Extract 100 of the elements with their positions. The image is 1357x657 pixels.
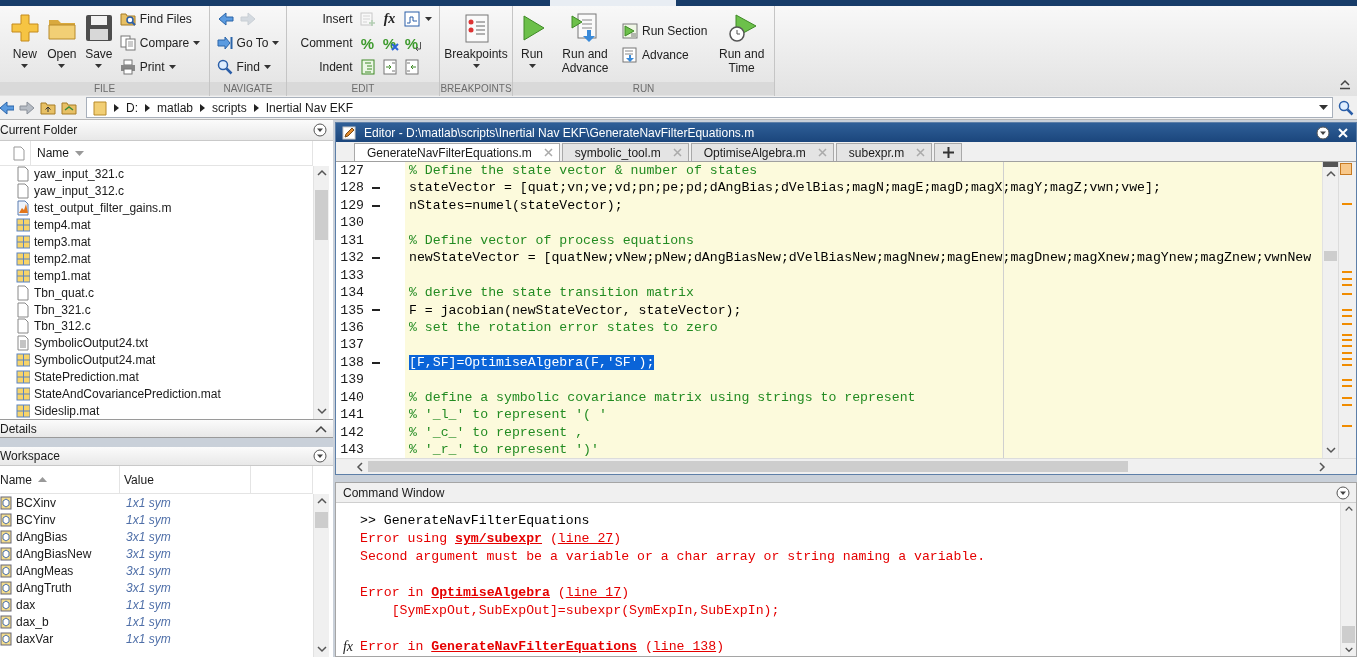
file-name[interactable]: SymbolicOutput24.mat — [34, 353, 156, 368]
variable-name[interactable]: dAngBias — [16, 529, 68, 544]
scrollbar-thumb[interactable] — [1342, 626, 1355, 643]
file-name[interactable]: Tbn_312.c — [34, 319, 91, 334]
scrollbar-thumb[interactable] — [1324, 251, 1337, 261]
dropdown-arrow-icon[interactable] — [1319, 105, 1328, 110]
scrollbar-thumb[interactable] — [368, 461, 1128, 472]
editor-tab[interactable]: subexpr.m — [835, 143, 933, 161]
file-name[interactable]: StateAndCovariancePrediction.mat — [34, 387, 221, 401]
sort-icon[interactable] — [38, 477, 47, 482]
decrease-indent-icon[interactable] — [403, 59, 420, 75]
variable-name[interactable]: dax — [16, 597, 36, 612]
scroll-right-icon[interactable] — [1318, 461, 1326, 472]
variable-name[interactable]: BCYinv — [16, 512, 56, 527]
breadcrumb-arrow-icon[interactable] — [145, 103, 150, 112]
file-name[interactable]: temp4.mat — [34, 218, 91, 233]
column-title[interactable]: Name — [37, 146, 69, 160]
search-icon[interactable] — [1338, 99, 1354, 116]
address-field[interactable]: D: matlab scripts Inertial Nav EKF — [86, 97, 1333, 118]
toolbar-button[interactable]: Run Section — [622, 21, 708, 41]
vertical-scrollbar[interactable] — [1322, 162, 1338, 458]
toolbar-button[interactable]: Find Files — [119, 9, 201, 29]
file-name[interactable]: yaw_input_321.c — [34, 167, 125, 182]
back-arrow-icon[interactable] — [217, 11, 234, 27]
error-link[interactable]: line 138 — [652, 639, 717, 654]
column-title[interactable]: Value — [124, 472, 154, 487]
path-segment[interactable]: Inertial Nav EKF — [265, 100, 354, 115]
variable-value: 1x1 sym — [126, 631, 171, 646]
error-link[interactable]: OptimiseAlgebra — [431, 585, 550, 600]
new-tab-button[interactable] — [934, 143, 963, 161]
increase-indent-icon[interactable] — [381, 59, 398, 75]
panel-menu-icon[interactable] — [1336, 485, 1350, 500]
error-link[interactable]: GenerateNavFilterEquations — [431, 639, 637, 654]
vertical-scrollbar[interactable] — [1340, 503, 1356, 656]
sort-icon[interactable] — [75, 150, 84, 156]
file-name[interactable]: temp3.mat — [34, 235, 91, 249]
file-name[interactable]: Tbn_quat.c — [34, 285, 95, 300]
error-link[interactable]: sym/subexpr — [454, 531, 543, 546]
file-name[interactable]: yaw_input_312.c — [34, 184, 125, 199]
function-box-icon[interactable] — [403, 11, 420, 27]
path-segment[interactable]: D: — [126, 100, 138, 115]
back-arrow-icon[interactable] — [0, 99, 14, 116]
error-link[interactable]: line 17 — [565, 585, 622, 600]
variable-name[interactable]: dAngBiasNew — [16, 546, 92, 561]
toolbar-button[interactable]: Find — [216, 57, 280, 77]
line-number: 137 — [339, 336, 364, 354]
column-title[interactable]: Name — [0, 472, 32, 487]
toolbar-button[interactable]: Print — [119, 57, 201, 77]
toolbar-button[interactable]: Go To — [216, 33, 280, 53]
expand-icon[interactable] — [315, 424, 327, 433]
code-line: nStates=numel(stateVector); — [409, 197, 623, 213]
toolbar-button[interactable]: Run and Advance — [553, 8, 617, 82]
line-number: 130 — [339, 214, 364, 232]
toolbar-button[interactable]: New — [8, 8, 41, 82]
variable-name[interactable]: dax_b — [16, 614, 49, 629]
scrollbar-thumb[interactable] — [315, 190, 328, 240]
editor-tab[interactable]: symbolic_tool.m — [561, 143, 689, 161]
panel-header[interactable]: Details — [0, 420, 333, 438]
file-name[interactable]: Sideslip.mat — [34, 403, 100, 418]
variable-value: 3x1 sym — [126, 529, 171, 544]
vertical-scrollbar[interactable] — [313, 166, 329, 419]
panel-menu-icon[interactable] — [313, 123, 327, 137]
breadcrumb-arrow-icon[interactable] — [200, 103, 206, 112]
breadcrumb-arrow-icon[interactable] — [253, 103, 259, 112]
file-name[interactable]: StatePrediction.mat — [34, 370, 139, 385]
browse-folder-icon[interactable] — [61, 99, 77, 116]
scrollbar-thumb[interactable] — [315, 512, 328, 528]
editor-tab[interactable]: GenerateNavFilterEquations.m — [354, 143, 560, 161]
editor-tab[interactable]: OptimiseAlgebra.m — [690, 143, 834, 161]
path-segment[interactable]: matlab — [157, 100, 194, 115]
collapse-icon[interactable] — [1339, 78, 1351, 90]
toolbar-button[interactable]: Save — [82, 8, 115, 82]
file-name[interactable]: temp1.mat — [34, 268, 91, 283]
file-name[interactable]: temp2.mat — [34, 251, 91, 266]
function-browser-icon[interactable]: fx — [342, 639, 354, 655]
horizontal-scrollbar[interactable] — [336, 458, 1356, 474]
search-icon — [216, 59, 233, 75]
variable-name[interactable]: dAngTruth — [16, 580, 72, 595]
toolbar-button[interactable]: Breakpoints — [444, 8, 508, 82]
file-name[interactable]: Tbn_321.c — [34, 302, 91, 317]
scroll-left-icon[interactable] — [356, 461, 364, 472]
variable-name[interactable]: dAngMeas — [16, 563, 74, 578]
variable-name[interactable]: BCXinv — [16, 495, 56, 510]
panel-menu-icon[interactable] — [1316, 125, 1330, 140]
toolbar-button[interactable]: Run — [516, 8, 548, 82]
panel-menu-icon[interactable] — [313, 449, 327, 463]
error-link[interactable]: line 27 — [557, 531, 614, 546]
toolbar-button[interactable]: Advance — [622, 45, 708, 65]
file-name[interactable]: test_output_filter_gains.m — [34, 201, 172, 216]
caret-icon[interactable] — [424, 17, 432, 21]
vertical-scrollbar[interactable] — [313, 494, 329, 657]
line-number: 141 — [339, 406, 364, 424]
breadcrumb-arrow-icon[interactable] — [114, 103, 119, 112]
toolbar-button[interactable]: Compare — [119, 33, 201, 53]
path-segment[interactable]: scripts — [212, 100, 247, 115]
up-folder-icon[interactable] — [40, 99, 56, 116]
variable-name[interactable]: daxVar — [16, 631, 54, 646]
toolbar-button[interactable]: Run and Time — [712, 8, 771, 82]
file-name[interactable]: SymbolicOutput24.txt — [34, 336, 149, 351]
toolbar-button[interactable]: Open — [45, 8, 78, 82]
